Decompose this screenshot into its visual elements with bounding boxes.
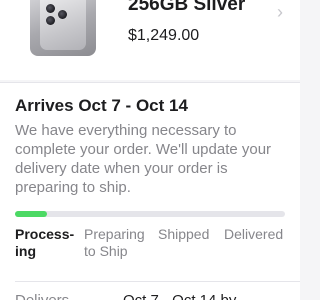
step-preparing-to-ship: Preparing to Ship bbox=[84, 226, 145, 260]
product-name: 256GB Silver bbox=[128, 0, 246, 15]
delivery-status-card: Arrives Oct 7 - Oct 14 We have everythin… bbox=[0, 82, 300, 300]
arrival-title: Arrives Oct 7 - Oct 14 bbox=[15, 96, 188, 115]
step-label-line: to Ship bbox=[84, 243, 128, 259]
product-image bbox=[30, 0, 96, 56]
order-progress-fill bbox=[15, 211, 48, 217]
section-divider bbox=[15, 281, 300, 282]
step-label-line: Delivered bbox=[224, 226, 284, 242]
step-delivered: Delivered bbox=[224, 226, 283, 243]
phone-back bbox=[40, 0, 86, 50]
chevron-right-icon[interactable]: › bbox=[277, 2, 283, 23]
step-processing: Process- ing bbox=[15, 226, 74, 260]
order-progress-bar bbox=[15, 211, 285, 217]
order-status-page: 256GB Silver $1,249.00 › Arrives Oct 7 -… bbox=[0, 0, 300, 300]
camera-lens bbox=[58, 10, 67, 19]
camera-lens bbox=[46, 4, 55, 13]
camera-lens bbox=[46, 16, 55, 25]
product-row[interactable]: 256GB Silver $1,249.00 › bbox=[0, 0, 300, 80]
step-label-line: ing bbox=[15, 243, 36, 259]
step-label-line: Preparing bbox=[84, 226, 145, 242]
step-label-line: Process- bbox=[15, 226, 75, 242]
product-price: $1,249.00 bbox=[128, 27, 200, 44]
step-label-line: Shipped bbox=[158, 226, 210, 242]
step-shipped: Shipped bbox=[158, 226, 209, 243]
delivery-description: We have everything necessary to complete… bbox=[15, 122, 272, 196]
delivers-label: Delivers bbox=[15, 292, 69, 300]
delivers-date: Oct 7 - Oct 14 by bbox=[123, 292, 236, 300]
